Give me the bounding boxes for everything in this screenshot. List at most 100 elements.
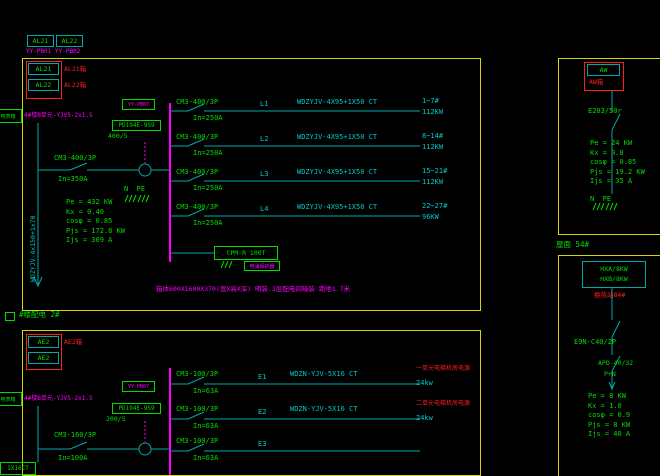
branch-amp-label: In=63A [193,388,218,395]
branch-load-range: 15~21# [422,168,447,175]
calc-pe: Pe = 24 KW [590,139,645,149]
panel2-tag-box: AE2 [28,352,59,364]
branch-breaker-label: CM3-400/3P [176,204,218,211]
branch-load-kw: 112KW [422,144,443,151]
branch-cable-label: WDZN-YJV-5X16 CT [290,371,357,378]
branch-amp-label: In=250A [193,150,223,157]
panel4-calc-block: Pe = 8 KW Kx = 1.0 cosφ = 0.9 Pjs = 8 KW… [588,392,630,440]
calc-cos: cosφ = 0.85 [590,158,645,168]
branch-load-kw: 96KW [422,214,439,221]
panel1-install-note: 箱体600X1600X370(宽X高X深) 明装.1层配电间暗装 距地1.7米 [156,286,350,293]
branch-circuit-id: L1 [260,101,268,108]
panel1-calc-block: Pe = 432 KW Kx = 0.40 cosφ = 0.85 Pjs = … [66,198,125,246]
panel4-spd-label: APD-40/32 [598,360,633,367]
panel3-n-pe-label: N PE [590,196,611,203]
panel1-main-in-label: In=350A [58,176,88,183]
panel2-meter-tag-box: YY-PB07 [122,381,155,392]
panel4-breaker-label: E9N-C40/2P [574,339,616,346]
branch-circuit-id: E1 [258,374,266,381]
panel4-load-box: HXA/8KW HXB/8KW [582,261,646,288]
caption1-box-glyph [5,312,15,321]
feeder-tag-al21: AL21 [27,35,54,47]
panel2-main-breaker-label: CM3-160/3P [54,432,96,439]
calc-kx: Kx = 0.40 [66,208,125,218]
panel1-main-breaker-label: CM3-400/3P [54,155,96,162]
calc-pjs: Pjs = 19.2 KW [590,168,645,178]
branch-cable-label: WDZYJV-4X95+1X50 CT [297,99,377,106]
branch-circuit-id: E2 [258,409,266,416]
panel1-tag-box: AL22 [28,79,59,91]
branch-breaker-label: CM3-400/3P [176,134,218,141]
panel3-caption: 屋面 54# [556,241,589,249]
branch-load-kw: 24kw [416,380,433,387]
panel2-tag-red-label: AE2箱 [64,339,82,346]
panel4-red-label: 换热站84# [594,292,625,299]
branch-circuit-id: L3 [260,171,268,178]
panel3-tag-box: AW [587,64,620,76]
panel2-riser-box: 1X16CT [0,462,36,475]
calc-cos: cosφ = 0.9 [588,411,630,421]
calc-cos: cosφ = 0.85 [66,217,125,227]
branch-load-range: 8~14# [422,133,443,140]
feeder-tag-al22: AL22 [56,35,83,47]
calc-pe: Pe = 8 KW [588,392,630,402]
panel1-ct-ratio: 400/5 [108,133,128,140]
panel1-meter-tag-box: YY-PB07 [122,99,155,110]
panel4-spd-poles-label: P+N [604,371,616,378]
calc-pe: Pe = 432 KW [66,198,125,208]
calc-ijs: Ijs = 40 A [588,430,630,440]
branch-cable-label: WDZN-YJV-5X16 CT [290,406,357,413]
panel1-border [22,58,481,311]
panel3-device-label: E203/50r [588,108,622,115]
branch-amp-label: In=63A [193,455,218,462]
branch-circuit-id: E3 [258,441,266,448]
branch-circuit-id: L2 [260,136,268,143]
branch-load-desc: 一单元电梯机房电源 [416,366,470,372]
panel1-caption: #楼配电 2# [19,311,60,319]
branch-load-kw: 24kw [416,415,433,422]
panel2-main-in-label: In=100A [58,455,88,462]
feeder-tag-al21-sub: YY-PB01 [26,49,51,55]
panel2-ct-ratio: 200/5 [106,416,126,423]
panel1-tag-box: AL21 [28,63,59,75]
panel4-load-line1: HXA/8KW [600,265,627,274]
spd-device-box: CPM-R 100T [214,246,278,260]
branch-breaker-label: CM3-100/3P [176,371,218,378]
calc-pjs: Pjs = 8 KW [588,421,630,431]
branch-breaker-label: CM3-400/3P [176,169,218,176]
branch-load-range: 1~7# [422,98,439,105]
panel1-n-pe-label: N PE [124,186,145,193]
calc-pjs: Pjs = 172.8 KW [66,227,125,237]
branch-cable-label: WDZYJV-4X95+1X50 CT [297,134,377,141]
panel3-calc-block: Pe = 24 KW Kx = 0.8 cosφ = 0.85 Pjs = 19… [590,139,645,187]
branch-breaker-label: CM3-100/3P [176,438,218,445]
branch-amp-label: In=250A [193,220,223,227]
panel2-tag-box: AE2 [28,336,59,348]
panel2-meter-box: PD194E-9S9 [112,403,161,414]
panel1-feeder-label: 4#楼B单元-YJV5-2x1.5 [24,113,93,119]
panel2-source-box: 电表箱 [0,392,22,406]
cad-electrical-drawing: AL21 YY-PB01 AL22 YY-PB02 AL21 AL21箱 AL2… [0,0,660,476]
panel1-riser-cable-label: WDZYJV-4x150+1x70 [30,215,37,282]
branch-load-desc: 二单元电梯机房电源 [416,401,470,407]
calc-kx: Kx = 1.0 [588,402,630,412]
calc-kx: Kx = 0.8 [590,149,645,159]
panel1-tag-red-label: AL21箱 [64,66,86,73]
branch-amp-label: In=250A [193,115,223,122]
panel1-source-box: 电表箱 [0,109,22,123]
branch-amp-label: In=63A [193,423,218,430]
panel4-load-line2: HXB/8KW [600,275,627,284]
branch-breaker-label: CM3-100/3P [176,406,218,413]
panel2-border [22,330,481,476]
branch-load-kw: 112KW [422,179,443,186]
branch-circuit-id: L4 [260,206,268,213]
branch-load-kw: 112KW [422,109,443,116]
branch-breaker-label: CM3-400/3P [176,99,218,106]
panel3-tag-red-label: AW箱 [589,79,603,86]
branch-amp-label: In=250A [193,185,223,192]
branch-cable-label: WDZYJV-4X95+1X50 CT [297,204,377,211]
branch-load-range: 22~27# [422,203,447,210]
panel2-feeder-label: 4#楼B单元-YJV5-2x1.5 [24,396,93,402]
calc-ijs: Ijs = 35 A [590,177,645,187]
panel1-tag-red-label: AL22箱 [64,82,86,89]
